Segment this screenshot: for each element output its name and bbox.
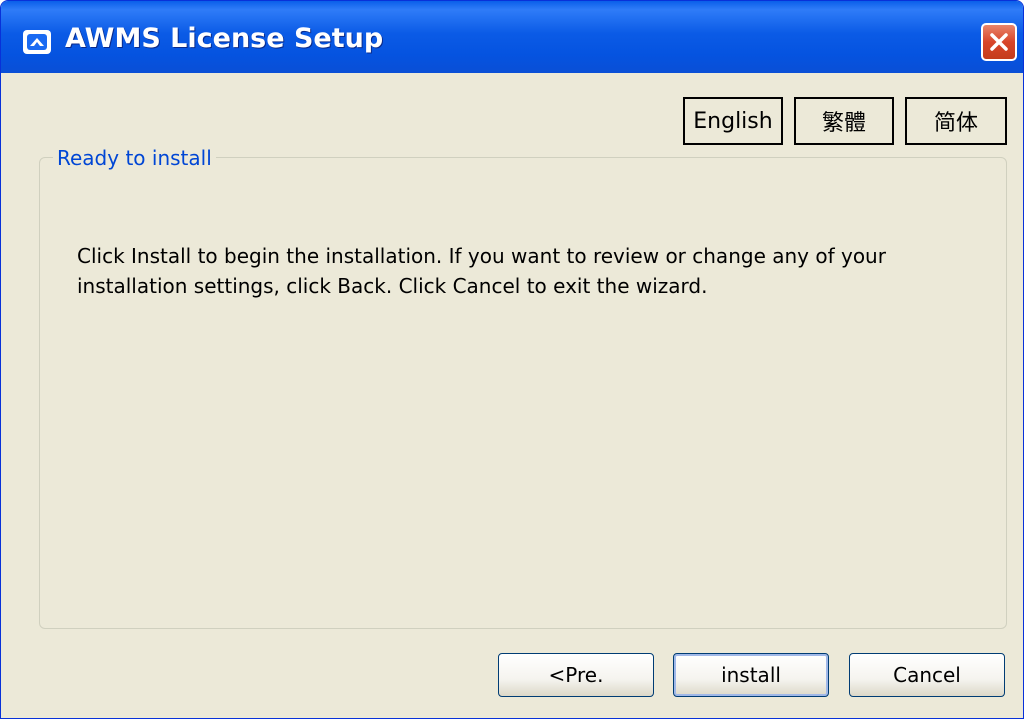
ready-to-install-group	[39, 157, 1007, 629]
language-english-button[interactable]: English	[683, 97, 783, 145]
install-button[interactable]: install	[673, 653, 829, 697]
cancel-button[interactable]: Cancel	[849, 653, 1005, 697]
previous-button[interactable]: <Pre.	[498, 653, 654, 697]
language-traditional-chinese-button[interactable]: 繁體	[794, 97, 894, 145]
app-logo-icon	[23, 30, 51, 54]
close-button[interactable]	[981, 23, 1017, 61]
group-title: Ready to install	[53, 146, 216, 170]
setup-window: AWMS License Setup English 繁體 简体 Ready t…	[0, 0, 1024, 719]
title-bar[interactable]: AWMS License Setup	[1, 1, 1023, 73]
language-simplified-chinese-button[interactable]: 简体	[905, 97, 1007, 145]
close-icon	[990, 33, 1008, 51]
window-title: AWMS License Setup	[65, 23, 384, 54]
install-message: Click Install to begin the installation.…	[77, 244, 886, 298]
